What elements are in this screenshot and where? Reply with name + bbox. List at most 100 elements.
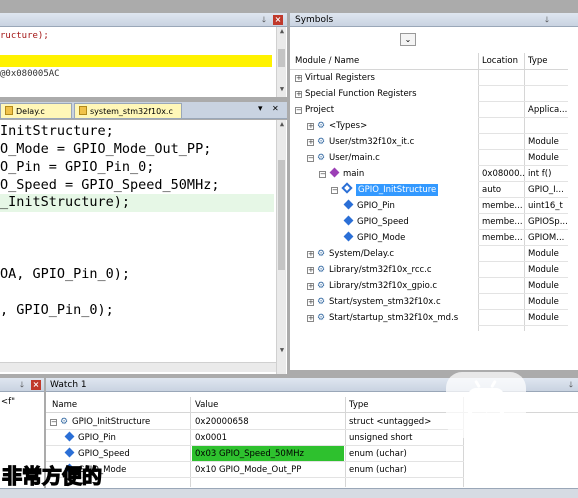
watch-value[interactable]: 0x03 GPIO_Speed_50MHz (192, 446, 344, 462)
play-button[interactable] (446, 372, 526, 438)
module-icon: ⚙ (317, 121, 326, 131)
symbol-type: Module (528, 281, 559, 291)
symbol-type: Module (528, 153, 559, 163)
symbol-name: Project (305, 105, 335, 115)
column-header-name[interactable]: Name (52, 397, 182, 413)
symbols-tree-row[interactable]: GPIO_Pin membe... uint16_t (290, 198, 568, 214)
collapse-icon[interactable]: − (307, 155, 314, 162)
play-icon (468, 388, 504, 420)
collapse-icon[interactable]: − (331, 187, 338, 194)
pin-icon[interactable]: 🡓 (17, 378, 27, 392)
symbols-tree-row[interactable]: + Special Function Registers (290, 86, 568, 102)
code-line-current (0, 55, 272, 67)
watch-row[interactable]: − ⚙ GPIO_InitStructure 0x20000658 struct <un… (46, 414, 466, 430)
pin-icon[interactable]: 🡓 (259, 13, 269, 27)
code-line: O_Pin = GPIO_Pin_0; (0, 159, 155, 175)
symbols-tree-row[interactable]: − GPIO_InitStructure auto GPIO_I... (290, 182, 568, 198)
symbols-header: Module / Name Location Type (290, 53, 578, 70)
symbols-tree-row[interactable]: − Project Applica... (290, 102, 568, 118)
symbols-tree-row[interactable]: + ⚙ Library/stm32f10x_gpio.c Module (290, 278, 568, 294)
horizontal-scrollbar[interactable] (0, 362, 276, 372)
tab-delay-c[interactable]: Delay.c (0, 103, 72, 118)
code-line: O_Speed = GPIO_Speed_50MHz; (0, 177, 220, 193)
code-editor[interactable]: InitStructure; O_Mode = GPIO_Mode_Out_PP… (0, 120, 287, 374)
symbols-titlebar: Symbols 🡓 (290, 13, 578, 27)
symbols-tree-row[interactable]: − ⚙ User/main.c Module (290, 150, 568, 166)
expand-icon[interactable]: + (307, 315, 314, 322)
scroll-up-icon[interactable]: ▲ (277, 27, 287, 35)
symbol-name: GPIO_Mode (357, 233, 406, 243)
symbols-filter-dropdown[interactable]: ⌄ (400, 33, 416, 46)
scroll-thumb[interactable] (278, 49, 285, 67)
symbols-tree-row[interactable]: + ⚙ Library/stm32f10x_rcc.c Module (290, 262, 568, 278)
vertical-scrollbar[interactable]: ▲ ▼ (276, 120, 286, 374)
module-icon: ⚙ (317, 265, 326, 275)
column-header-location[interactable]: Location (482, 53, 526, 69)
expand-icon[interactable]: + (307, 299, 314, 306)
vertical-scrollbar[interactable] (568, 53, 578, 331)
symbols-tree-row[interactable]: + ⚙ <Types> (290, 118, 568, 134)
symbol-name: GPIO_InitStructure (356, 184, 439, 196)
row-divider (46, 477, 464, 478)
column-header-type[interactable]: Type (349, 397, 459, 413)
symbols-tree-row[interactable]: + Virtual Registers (290, 70, 568, 86)
watch-type: unsigned short (349, 433, 413, 443)
symbols-tree-row[interactable]: − main 0x08000... int f() (290, 166, 568, 182)
symbol-name: <Types> (329, 121, 368, 131)
close-icon[interactable]: × (273, 15, 283, 25)
watch-value[interactable]: 0x0001 (192, 430, 344, 446)
symbol-type: Module (528, 137, 559, 147)
code-line: InitStructure; (0, 123, 114, 139)
tab-close-icon[interactable]: ✕ (272, 104, 279, 113)
pin-icon[interactable]: 🡓 (542, 13, 552, 27)
symbols-tree-row[interactable]: GPIO_Speed membe... GPIOSp... (290, 214, 568, 230)
collapse-icon[interactable]: − (50, 419, 57, 426)
watch-type: struct <untagged> (349, 417, 432, 427)
symbols-tree-row[interactable]: + ⚙ Start/system_stm32f10x.c Module (290, 294, 568, 310)
tab-list-icon[interactable]: ▾ (258, 104, 263, 114)
symbol-type: Module (528, 265, 559, 275)
pin-icon[interactable]: 🡓 (566, 378, 576, 392)
symbols-tree-row[interactable]: + ⚙ User/stm32f10x_it.c Module (290, 134, 568, 150)
expand-icon[interactable]: + (295, 91, 302, 98)
watch-name: GPIO_Speed (78, 449, 130, 459)
scroll-down-icon[interactable]: ▼ (277, 346, 287, 354)
code-line: , GPIO_Pin_0); (0, 302, 114, 318)
expand-icon[interactable]: + (307, 283, 314, 290)
expand-icon[interactable]: + (307, 123, 314, 130)
expand-icon[interactable]: + (307, 139, 314, 146)
expand-icon[interactable]: + (295, 75, 302, 82)
column-header-value[interactable]: Value (195, 397, 335, 413)
symbols-panel: ⌄ Module / Name Location Type + Virtual R… (290, 27, 578, 370)
watch-row[interactable]: GPIO_Pin 0x0001 unsigned short (46, 430, 466, 446)
symbols-tree-row[interactable]: + ⚙ System/Delay.c Module (290, 246, 568, 262)
disassembly-pane[interactable]: ructure); @0x080005AC ▲ ▼ (0, 27, 287, 97)
symbol-location: 0x08000... (482, 169, 524, 179)
symbols-tree-row[interactable]: + ⚙ Start/startup_stm32f10x_md.s Module (290, 310, 568, 326)
scroll-down-icon[interactable]: ▼ (277, 85, 287, 93)
tab-system-stm32f10x-c[interactable]: system_stm32f10x.c (74, 103, 182, 118)
watch-row[interactable]: GPIO_Mode 0x10 GPIO_Mode_Out_PP enum (ucha… (46, 462, 466, 478)
scroll-thumb[interactable] (278, 160, 285, 270)
watch-row[interactable]: GPIO_Speed 0x03 GPIO_Speed_50MHz enum (uch… (46, 446, 466, 462)
expand-icon[interactable]: + (307, 267, 314, 274)
play-icon-ear (490, 379, 497, 389)
tab-label: system_stm32f10x.c (90, 107, 173, 116)
symbol-name: Virtual Registers (305, 73, 375, 83)
watch-value[interactable]: 0x20000658 (192, 414, 344, 430)
collapse-icon[interactable]: − (295, 107, 302, 114)
collapse-icon[interactable]: − (319, 171, 326, 178)
symbol-type: GPIOSp... (528, 217, 568, 227)
symbols-tree-row[interactable]: GPIO_Mode membe... GPIOM... (290, 230, 568, 246)
watch-value[interactable]: 0x10 GPIO_Mode_Out_PP (192, 462, 344, 478)
chevron-down-icon: ⌄ (404, 35, 412, 44)
vertical-scrollbar[interactable]: ▲ ▼ (276, 27, 286, 97)
symbol-location: membe... (482, 217, 523, 227)
module-icon: ⚙ (317, 153, 326, 163)
symbol-type: GPIOM... (528, 233, 565, 243)
close-icon[interactable]: × (31, 380, 41, 390)
column-header-name[interactable]: Module / Name (295, 53, 475, 69)
expand-icon[interactable]: + (307, 251, 314, 258)
member-icon (343, 215, 354, 226)
scroll-up-icon[interactable]: ▲ (277, 120, 287, 128)
